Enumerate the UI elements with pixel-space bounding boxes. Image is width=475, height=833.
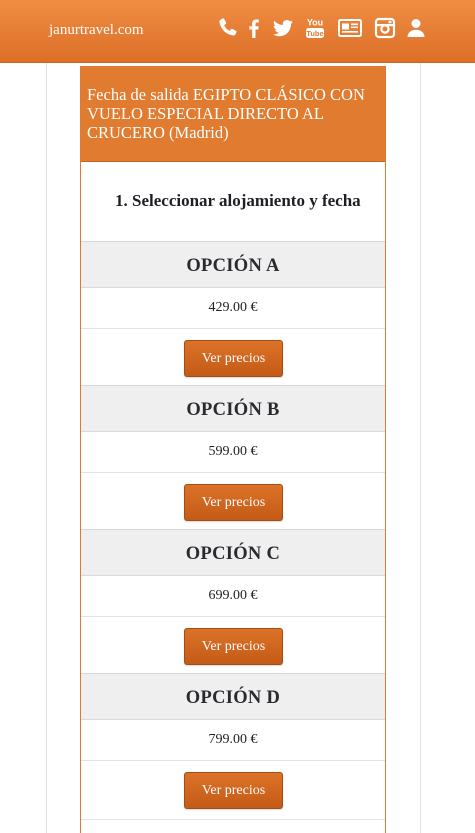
site-link[interactable]: janurtravel.com	[49, 22, 144, 39]
card-title: Fecha de salida EGIPTO CLÁSICO CON VUELO…	[87, 85, 365, 142]
youtube-icon[interactable]: You Tube	[303, 16, 327, 40]
ver-precios-button-a[interactable]: Ver precios	[184, 340, 283, 377]
option-header: OPCIÓN B	[81, 385, 385, 432]
ver-precios-button-b[interactable]: Ver precios	[184, 484, 283, 521]
option-price-row: 429.00 €	[81, 288, 385, 329]
user-icon[interactable]	[404, 16, 428, 40]
phone-icon[interactable]	[216, 16, 240, 40]
option-price-row: 599.00 €	[81, 432, 385, 473]
option-name: OPCIÓN C	[185, 544, 281, 564]
option-price-row: 799.00 €	[81, 720, 385, 761]
option-name: OPCIÓN D	[185, 688, 281, 708]
ver-precios-button-d[interactable]: Ver precios	[184, 772, 283, 809]
facebook-icon[interactable]	[242, 16, 266, 40]
option-a: OPCIÓN A 429.00 € Ver precios	[81, 241, 385, 385]
option-c: OPCIÓN C 699.00 € Ver precios	[81, 529, 385, 673]
youtube-you-text: You	[307, 18, 323, 28]
youtube-tube-text: Tube	[306, 29, 323, 38]
step-title: 1. Seleccionar alojamiento y fecha	[115, 191, 361, 210]
option-price: 429.00 €	[208, 300, 258, 315]
top-bar: janurtravel.com You Tube	[0, 0, 475, 63]
option-header: OPCIÓN A	[81, 241, 385, 288]
instagram-icon[interactable]	[373, 16, 397, 40]
newspaper-icon[interactable]	[337, 16, 363, 40]
twitter-icon[interactable]	[271, 16, 295, 40]
booking-card: Fecha de salida EGIPTO CLÁSICO CON VUELO…	[80, 66, 386, 833]
option-price: 799.00 €	[208, 732, 258, 747]
option-name: OPCIÓN B	[186, 400, 280, 420]
divider	[81, 819, 385, 820]
option-b: OPCIÓN B 599.00 € Ver precios	[81, 385, 385, 529]
option-header: OPCIÓN C	[81, 529, 385, 576]
option-price: 699.00 €	[208, 588, 258, 603]
option-header: OPCIÓN D	[81, 673, 385, 720]
option-price-row: 699.00 €	[81, 576, 385, 617]
option-price: 599.00 €	[208, 444, 258, 459]
card-header: Fecha de salida EGIPTO CLÁSICO CON VUELO…	[81, 67, 385, 162]
option-name: OPCIÓN A	[186, 256, 280, 276]
option-d: OPCIÓN D 799.00 € Ver precios	[81, 673, 385, 817]
ver-precios-button-c[interactable]: Ver precios	[184, 628, 283, 665]
